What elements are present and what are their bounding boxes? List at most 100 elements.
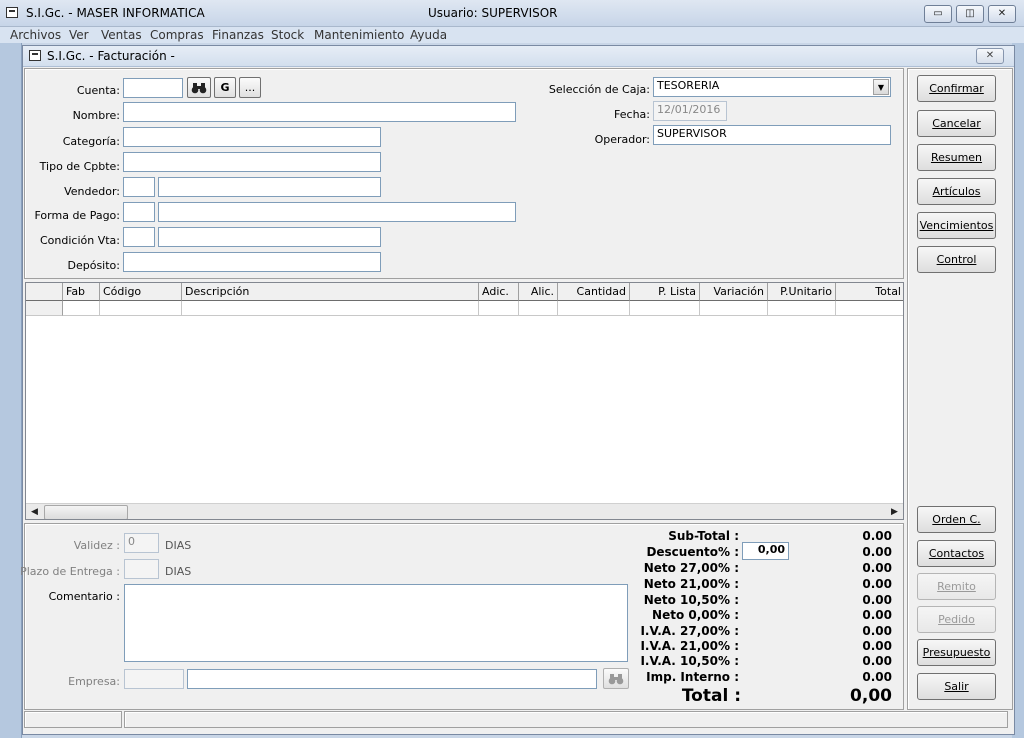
child-close-button[interactable]: ✕ xyxy=(976,48,1004,64)
close-button[interactable]: ✕ xyxy=(988,5,1016,23)
col-header-descripcion[interactable]: Descripción xyxy=(182,283,479,301)
vencimientos-button[interactable]: Vencimientos xyxy=(917,212,996,239)
horizontal-scrollbar[interactable]: ◀ ▶ xyxy=(26,503,903,519)
pedido-button[interactable]: Pedido xyxy=(917,606,996,633)
grid-cell-plista[interactable] xyxy=(630,301,700,316)
child-app-icon xyxy=(29,50,41,61)
operador-input[interactable]: SUPERVISOR xyxy=(653,125,891,145)
nombre-input[interactable] xyxy=(123,102,516,122)
menu-compras[interactable]: Compras xyxy=(150,28,204,42)
restore-button[interactable]: ◫ xyxy=(956,5,984,23)
imp-interno-label: Imp. Interno : xyxy=(646,670,739,684)
orden-compra-button[interactable]: Orden C. xyxy=(917,506,996,533)
grid-cell-adic[interactable] xyxy=(479,301,519,316)
grid-cell-cantidad[interactable] xyxy=(558,301,630,316)
tipo-cpbte-label: Tipo de Cpbte: xyxy=(39,160,120,173)
fecha-input[interactable]: 12/01/2016 xyxy=(653,101,727,121)
articulos-button[interactable]: Artículos xyxy=(917,178,996,205)
vendedor-code-input[interactable] xyxy=(123,177,155,197)
neto105-value: 0.00 xyxy=(862,593,892,607)
comentario-label: Comentario : xyxy=(48,590,120,603)
neto27-value: 0.00 xyxy=(862,561,892,575)
chevron-down-icon[interactable]: ▼ xyxy=(873,79,889,95)
items-grid[interactable]: Fab Código Descripción Adic. Alic. Canti… xyxy=(25,282,904,520)
grid-cell-codigo[interactable] xyxy=(100,301,182,316)
col-header-codigo[interactable]: Código xyxy=(100,283,182,301)
caja-select[interactable]: TESORERIA ▼ xyxy=(653,77,891,97)
nombre-label: Nombre: xyxy=(72,109,120,122)
empresa-code-input[interactable] xyxy=(124,669,184,689)
neto21-label: Neto 21,00% : xyxy=(643,577,739,591)
cancelar-button[interactable]: Cancelar xyxy=(917,110,996,137)
vendedor-name-input[interactable] xyxy=(158,177,381,197)
categoria-input[interactable] xyxy=(123,127,381,147)
plazo-dias-label: DIAS xyxy=(165,565,192,578)
validez-label: Validez : xyxy=(73,539,120,552)
subtotal-label: Sub-Total : xyxy=(668,529,739,543)
grid-cell-alic[interactable] xyxy=(519,301,558,316)
forma-pago-name-input[interactable] xyxy=(158,202,516,222)
row-header[interactable] xyxy=(26,301,63,316)
contactos-button[interactable]: Contactos xyxy=(917,540,996,567)
plazo-entrega-label: Plazo de Entrega : xyxy=(20,565,120,578)
salir-button[interactable]: Salir xyxy=(917,673,996,700)
categoria-label: Categoría: xyxy=(62,135,120,148)
minimize-button[interactable]: ▭ xyxy=(924,5,952,23)
deposito-input[interactable] xyxy=(123,252,381,272)
condicion-name-input[interactable] xyxy=(158,227,381,247)
search-account-button[interactable] xyxy=(187,77,211,98)
binoculars-icon xyxy=(191,83,207,94)
confirmar-button[interactable]: Confirmar xyxy=(917,75,996,102)
control-button[interactable]: Control xyxy=(917,246,996,273)
col-header-alic[interactable]: Alic. xyxy=(519,283,558,301)
forma-pago-code-input[interactable] xyxy=(123,202,155,222)
col-header-cantidad[interactable]: Cantidad xyxy=(558,283,630,301)
empresa-name-input[interactable] xyxy=(187,669,597,689)
tipo-cpbte-input[interactable] xyxy=(123,152,381,172)
caja-label: Selección de Caja: xyxy=(548,83,650,96)
caja-selected-value: TESORERIA xyxy=(657,79,720,92)
menu-ventas[interactable]: Ventas xyxy=(101,28,142,42)
descuento-input[interactable]: 0,00 xyxy=(742,542,789,560)
grid-cell-variacion[interactable] xyxy=(700,301,768,316)
menu-ayuda[interactable]: Ayuda xyxy=(410,28,447,42)
grid-cell-punitario[interactable] xyxy=(768,301,836,316)
menu-stock[interactable]: Stock xyxy=(271,28,304,42)
menu-ver[interactable]: Ver xyxy=(69,28,89,42)
cuenta-label: Cuenta: xyxy=(76,84,120,97)
condicion-vta-label: Condición Vta: xyxy=(39,234,120,247)
comentario-textarea[interactable] xyxy=(124,584,628,662)
grid-cell-fab[interactable] xyxy=(63,301,100,316)
descuento-value: 0.00 xyxy=(862,545,892,559)
plazo-entrega-input[interactable] xyxy=(124,559,159,579)
validez-input[interactable]: 0 xyxy=(124,533,159,553)
col-header-punitario[interactable]: P.Unitario xyxy=(768,283,836,301)
iva21-label: I.V.A. 21,00% : xyxy=(640,639,739,653)
scroll-right-icon[interactable]: ▶ xyxy=(886,504,903,519)
operador-label: Operador: xyxy=(594,133,650,146)
more-button[interactable]: ... xyxy=(239,77,261,98)
condicion-code-input[interactable] xyxy=(123,227,155,247)
menu-mantenimiento[interactable]: Mantenimiento xyxy=(314,28,404,42)
g-button[interactable]: G xyxy=(214,77,236,98)
remito-button[interactable]: Remito xyxy=(917,573,996,600)
col-header-fab[interactable]: Fab xyxy=(63,283,100,301)
neto105-label: Neto 10,50% : xyxy=(643,593,739,607)
neto21-value: 0.00 xyxy=(862,577,892,591)
menu-archivos[interactable]: Archivos xyxy=(10,28,61,42)
iva27-value: 0.00 xyxy=(862,624,892,638)
col-header-adic[interactable]: Adic. xyxy=(479,283,519,301)
col-header-total[interactable]: Total xyxy=(836,283,903,301)
scroll-left-icon[interactable]: ◀ xyxy=(26,504,43,519)
scroll-thumb[interactable] xyxy=(44,505,128,519)
cuenta-input[interactable] xyxy=(123,78,183,98)
descuento-label: Descuento% : xyxy=(646,545,739,559)
col-header-plista[interactable]: P. Lista xyxy=(630,283,700,301)
menu-finanzas[interactable]: Finanzas xyxy=(212,28,264,42)
col-header-variacion[interactable]: Variación xyxy=(700,283,768,301)
neto0-label: Neto 0,00% : xyxy=(652,608,739,622)
resumen-button[interactable]: Resumen xyxy=(917,144,996,171)
presupuesto-button[interactable]: Presupuesto xyxy=(917,639,996,666)
grid-cell-total[interactable] xyxy=(836,301,903,316)
grid-cell-descripcion[interactable] xyxy=(182,301,479,316)
